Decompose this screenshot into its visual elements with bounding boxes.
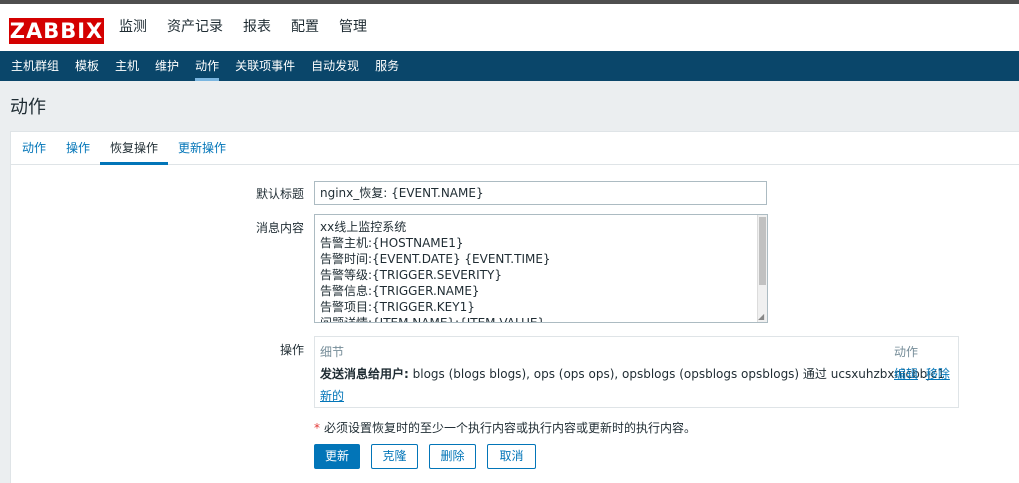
edit-link[interactable]: 编辑 bbox=[894, 367, 918, 381]
main-nav-configuration[interactable]: 配置 bbox=[284, 4, 326, 51]
operation-type: 发送消息给用户: bbox=[320, 367, 409, 381]
zabbix-logo[interactable]: ZABBIX bbox=[9, 18, 104, 44]
required-asterisk-icon: * bbox=[314, 421, 320, 435]
tab-update-operations[interactable]: 更新操作 bbox=[168, 132, 236, 164]
sub-nav-event-correlation[interactable]: 关联项事件 bbox=[227, 51, 303, 81]
new-operation-row: 新的 bbox=[320, 387, 344, 404]
message-label: 消息内容 bbox=[255, 221, 304, 235]
operation-detail: blogs (blogs blogs), ops (ops ops), opsb… bbox=[412, 367, 945, 381]
operations-label: 操作 bbox=[279, 343, 304, 357]
col-action-header: 动作 bbox=[894, 345, 919, 359]
required-note: * 必须设置恢复时的至少一个执行内容或执行内容或更新时的执行内容。 bbox=[314, 419, 696, 436]
col-details-header: 细节 bbox=[320, 345, 345, 359]
main-nav: 监测 资产记录 报表 配置 管理 bbox=[112, 4, 380, 51]
sub-nav-host-groups[interactable]: 主机群组 bbox=[3, 51, 67, 81]
form-panel: 动作 操作 恢复操作 更新操作 默认标题 nginx_恢复: {EVENT.NA… bbox=[10, 131, 1019, 483]
sub-nav: 主机群组 模板 主机 维护 动作 关联项事件 自动发现 服务 bbox=[0, 51, 1019, 81]
message-line: 告警项目:{TRIGGER.KEY1} bbox=[320, 300, 475, 314]
sub-nav-maintenance[interactable]: 维护 bbox=[147, 51, 187, 81]
message-line: 告警时间:{EVENT.DATE} {EVENT.TIME} bbox=[320, 252, 551, 266]
operations-table: 细节 动作 发送消息给用户: blogs (blogs blogs), ops … bbox=[314, 336, 959, 408]
sub-nav-services[interactable]: 服务 bbox=[367, 51, 407, 81]
new-operation-link[interactable]: 新的 bbox=[320, 389, 344, 403]
cancel-button[interactable]: 取消 bbox=[487, 444, 536, 469]
message-textarea[interactable]: xx线上监控系统 告警主机:{HOSTNAME1} 告警时间:{EVENT.DA… bbox=[314, 214, 768, 323]
message-scrollbar[interactable] bbox=[757, 215, 767, 322]
main-nav-administration[interactable]: 管理 bbox=[332, 4, 374, 51]
main-nav-reports[interactable]: 报表 bbox=[236, 4, 278, 51]
update-button[interactable]: 更新 bbox=[314, 444, 360, 469]
main-nav-monitoring[interactable]: 监测 bbox=[112, 4, 154, 51]
tab-operations[interactable]: 操作 bbox=[56, 132, 100, 164]
remove-link[interactable]: 移除 bbox=[926, 367, 950, 381]
tab-bar: 动作 操作 恢复操作 更新操作 bbox=[11, 132, 1019, 165]
tab-action[interactable]: 动作 bbox=[12, 132, 56, 164]
main-nav-inventory[interactable]: 资产记录 bbox=[160, 4, 230, 51]
delete-button[interactable]: 删除 bbox=[429, 444, 476, 469]
message-line: 告警信息:{TRIGGER.NAME} bbox=[320, 284, 480, 298]
sub-nav-discovery[interactable]: 自动发现 bbox=[303, 51, 367, 81]
message-line: 告警主机:{HOSTNAME1} bbox=[320, 236, 464, 250]
operation-actions: 编辑 移除 bbox=[894, 365, 950, 382]
sub-nav-hosts[interactable]: 主机 bbox=[107, 51, 147, 81]
subject-label: 默认标题 bbox=[255, 187, 304, 201]
sub-nav-actions[interactable]: 动作 bbox=[187, 51, 227, 81]
clone-button[interactable]: 克隆 bbox=[371, 444, 418, 469]
message-line: 告警等级:{TRIGGER.SEVERITY} bbox=[320, 268, 502, 282]
sub-nav-templates[interactable]: 模板 bbox=[67, 51, 107, 81]
subject-input[interactable]: nginx_恢复: {EVENT.NAME} bbox=[314, 181, 767, 205]
required-note-text: 必须设置恢复时的至少一个执行内容或执行内容或更新时的执行内容。 bbox=[324, 421, 697, 435]
message-line: 问题详情:{ITEM.NAME}:{ITEM.VALUE} bbox=[320, 316, 546, 323]
scrollbar-thumb[interactable] bbox=[759, 217, 766, 285]
tab-recovery-operations[interactable]: 恢复操作 bbox=[100, 132, 169, 165]
message-line: xx线上监控系统 bbox=[320, 220, 407, 234]
page-title: 动作 bbox=[10, 97, 46, 118]
operation-row: 发送消息给用户: blogs (blogs blogs), ops (ops o… bbox=[320, 365, 945, 382]
resize-handle-icon[interactable]: ◢ bbox=[758, 313, 766, 321]
